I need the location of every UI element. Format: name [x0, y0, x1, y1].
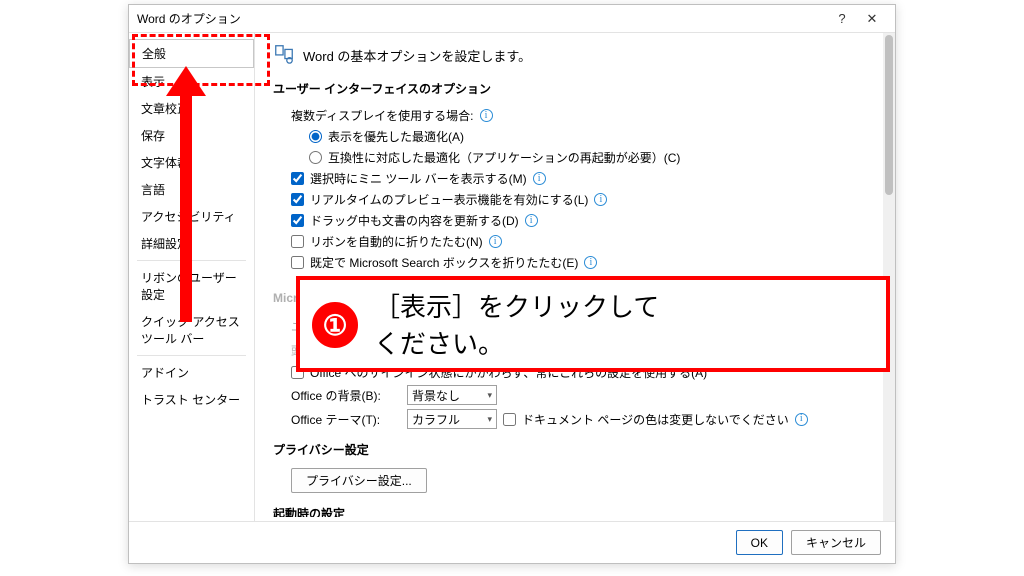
cb-theme-noask[interactable] — [503, 413, 516, 426]
office-theme-select[interactable]: カラフル — [407, 409, 497, 429]
cb-live-preview-row[interactable]: リアルタイムのプレビュー表示機能を有効にする(L) i — [291, 189, 877, 210]
heading-text: Word の基本オプションを設定します。 — [303, 46, 531, 65]
info-icon[interactable]: i — [480, 109, 493, 122]
privacy-settings-button[interactable]: プライバシー設定... — [291, 468, 427, 493]
radio-optimize-compat[interactable]: 互換性に対応した最適化（アプリケーションの再起動が必要）(C) — [309, 147, 877, 168]
instruction-arrow-head — [166, 66, 206, 96]
scrollbar-thumb[interactable] — [885, 35, 893, 195]
office-bg-row: Office の背景(B): 背景なし — [291, 383, 877, 407]
close-icon[interactable]: ✕ — [857, 11, 887, 27]
info-icon[interactable]: i — [533, 172, 546, 185]
instruction-callout: ① ［表示］をクリックして ください。 — [296, 276, 890, 372]
radio-compat-optimize[interactable] — [309, 151, 322, 164]
sidebar-item-general[interactable]: 全般 — [129, 39, 254, 68]
cb-ribbon-collapse[interactable] — [291, 235, 304, 248]
callout-number-badge: ① — [308, 298, 362, 352]
callout-text: ［表示］をクリックして ください。 — [370, 280, 886, 368]
cb-ribbon-collapse-row[interactable]: リボンを自動的に折りたたむ(N) i — [291, 231, 877, 252]
office-bg-select[interactable]: 背景なし — [407, 385, 497, 405]
info-icon[interactable]: i — [525, 214, 538, 227]
info-icon[interactable]: i — [594, 193, 607, 206]
info-icon[interactable]: i — [584, 256, 597, 269]
dialog-title: Word のオプション — [137, 10, 827, 27]
sidebar-divider — [137, 355, 246, 356]
sidebar-item-trust-center[interactable]: トラスト センター — [129, 386, 254, 413]
radio-display-optimize[interactable] — [309, 130, 322, 143]
sidebar-item-addins[interactable]: アドイン — [129, 359, 254, 386]
startup-section-title: 起動時の設定 — [273, 505, 877, 517]
radio-optimize-display[interactable]: 表示を優先した最適化(A) — [309, 126, 877, 147]
privacy-section-title: プライバシー設定 — [273, 441, 877, 458]
info-icon[interactable]: i — [489, 235, 502, 248]
multi-display-label: 複数ディスプレイを使用する場合: i — [291, 105, 877, 126]
cancel-button[interactable]: キャンセル — [791, 530, 881, 555]
cb-drag-update[interactable] — [291, 214, 304, 227]
instruction-arrow — [180, 90, 192, 322]
help-icon[interactable]: ? — [827, 11, 857, 26]
options-gear-icon — [273, 43, 295, 68]
cb-live-preview[interactable] — [291, 193, 304, 206]
ok-button[interactable]: OK — [736, 530, 783, 555]
cb-ms-search[interactable] — [291, 256, 304, 269]
dialog-buttons: OK キャンセル — [129, 521, 895, 563]
cb-mini-toolbar[interactable] — [291, 172, 304, 185]
office-theme-row: Office テーマ(T): カラフル ドキュメント ページの色は変更しないでく… — [291, 407, 877, 431]
sidebar: 全般 表示 文章校正 保存 文字体裁 言語 アクセシビリティ 詳細設定 リボンの… — [129, 33, 255, 521]
heading-row: Word の基本オプションを設定します。 — [273, 43, 877, 68]
cb-drag-update-row[interactable]: ドラッグ中も文書の内容を更新する(D) i — [291, 210, 877, 231]
cb-ms-search-row[interactable]: 既定で Microsoft Search ボックスを折りたたむ(E) i — [291, 252, 877, 273]
ui-section-title: ユーザー インターフェイスのオプション — [273, 80, 877, 97]
info-icon[interactable]: i — [795, 413, 808, 426]
cb-mini-toolbar-row[interactable]: 選択時にミニ ツール バーを表示する(M) i — [291, 168, 877, 189]
titlebar: Word のオプション ? ✕ — [129, 5, 895, 33]
